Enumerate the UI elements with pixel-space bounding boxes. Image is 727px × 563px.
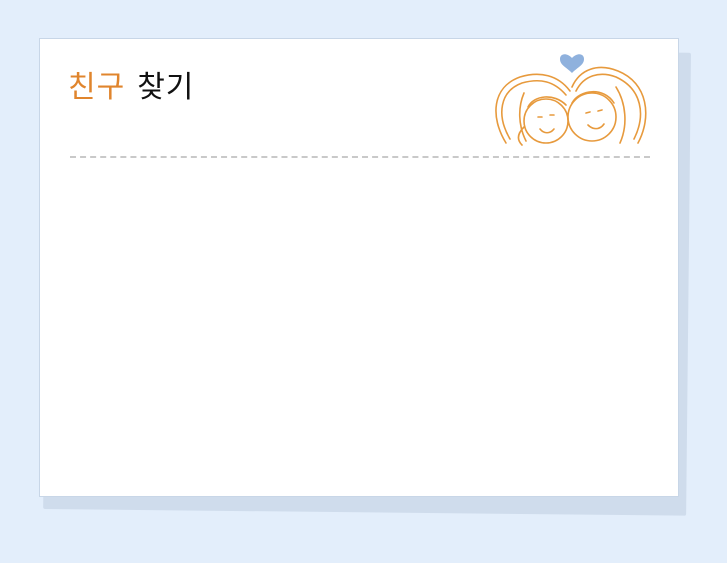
page-title-accent-word: 친구 (68, 70, 126, 105)
two-friends-heart-icon (495, 54, 647, 146)
page-title: 친구 찾기 (68, 73, 194, 103)
title-divider (70, 156, 650, 158)
page-title-word: 찾기 (137, 70, 195, 105)
find-friends-card: 친구 찾기 (39, 38, 679, 497)
